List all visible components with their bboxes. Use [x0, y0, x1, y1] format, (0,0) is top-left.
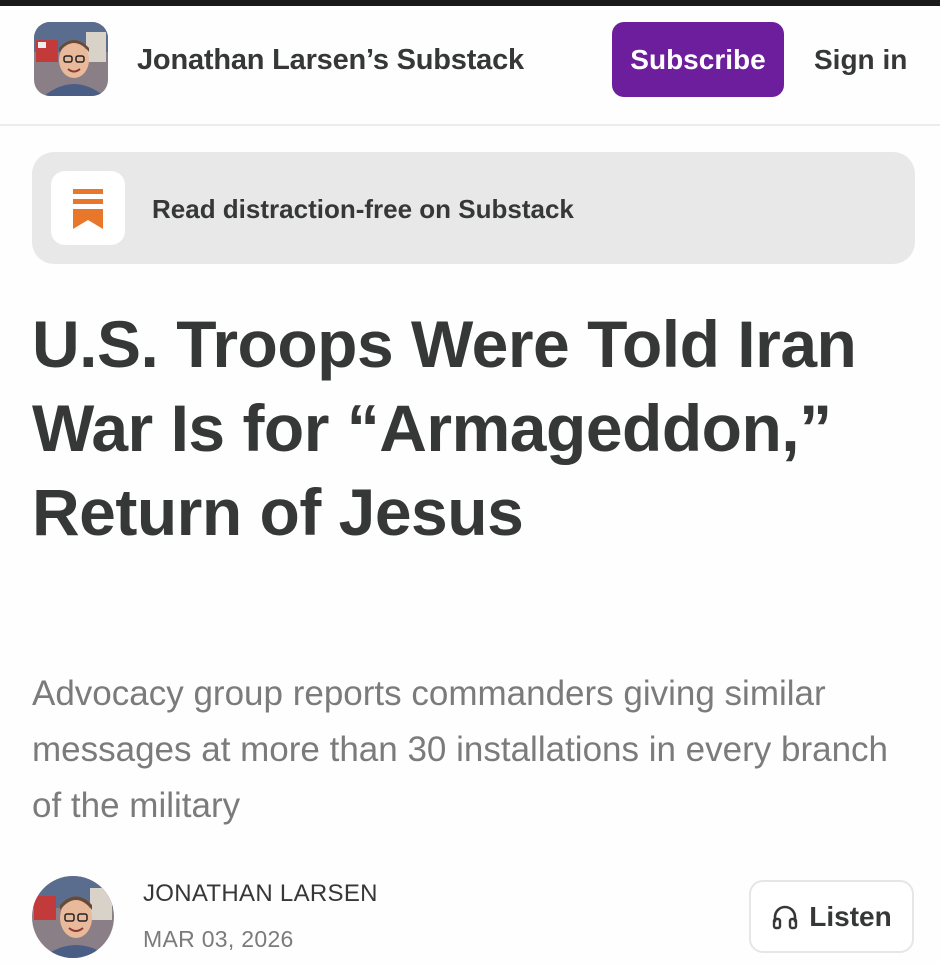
author-avatar[interactable] — [32, 876, 114, 958]
publication-name[interactable]: Jonathan Larsen’s Substack — [137, 44, 524, 77]
listen-button[interactable]: Listen — [749, 880, 914, 953]
article-subtitle: Advocacy group reports commanders giving… — [32, 674, 889, 825]
author-photo-icon — [32, 876, 114, 958]
author-name[interactable]: JONATHAN LARSEN — [143, 880, 378, 908]
read-in-app-banner[interactable]: Read distraction-free on Substack — [32, 152, 915, 264]
publish-date: MAR 03, 2026 — [143, 926, 294, 952]
substack-logo-icon — [51, 171, 125, 245]
site-header: Jonathan Larsen’s Substack Subscribe Sig… — [0, 6, 940, 126]
banner-text: Read distraction-free on Substack — [152, 194, 574, 224]
headphones-icon — [773, 905, 798, 929]
publication-avatar[interactable] — [34, 22, 108, 96]
avatar-photo-icon — [34, 22, 108, 96]
article-title: U.S. Troops Were Told Iran War Is for “A… — [32, 307, 857, 549]
subscribe-button[interactable]: Subscribe — [612, 22, 784, 97]
listen-label: Listen — [809, 900, 892, 932]
sign-in-link[interactable]: Sign in — [814, 44, 907, 76]
